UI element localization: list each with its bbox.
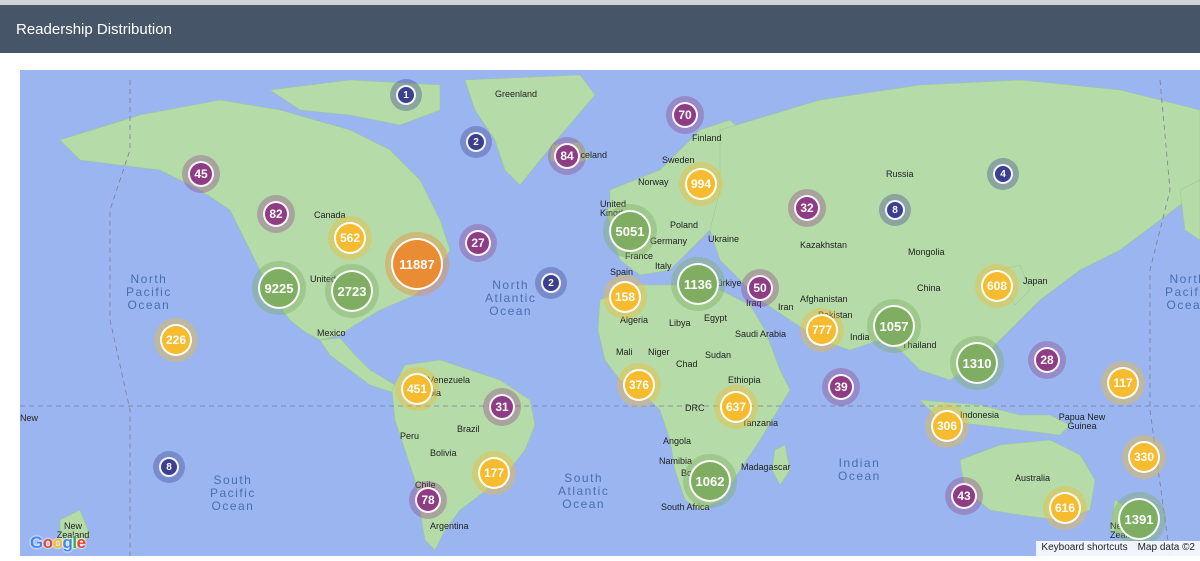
ocean-south-pacific: South Pacific Ocean [210, 473, 256, 513]
cluster-marker[interactable]: 637 [720, 391, 752, 423]
cluster-marker[interactable]: 70 [672, 102, 698, 128]
google-logo: Google [30, 533, 86, 552]
cluster-marker[interactable]: 616 [1049, 492, 1081, 524]
cluster-marker[interactable]: 306 [931, 410, 963, 442]
label-kazakhstan: Kazakhstan [800, 240, 848, 250]
label-new-left-edge: New [20, 413, 39, 423]
world-map[interactable]: Greenland Finland Sweden Norway United K… [20, 70, 1200, 556]
cluster-marker[interactable]: 4 [993, 164, 1013, 184]
label-brazil: Brazil [457, 424, 480, 434]
label-russia: Russia [886, 169, 914, 179]
label-bolivia: Bolivia [430, 448, 457, 458]
label-niger: Niger [648, 347, 670, 357]
cluster-marker[interactable]: 177 [478, 457, 510, 489]
label-norway: Norway [638, 177, 669, 187]
cluster-marker[interactable]: 330 [1128, 441, 1160, 473]
label-finland: Finland [692, 133, 722, 143]
cluster-marker[interactable]: 777 [806, 314, 838, 346]
label-japan: Japan [1023, 276, 1048, 286]
label-madagascar: Madagascar [741, 462, 791, 472]
label-india: India [850, 332, 870, 342]
cluster-marker[interactable]: 39 [828, 374, 854, 400]
cluster-marker[interactable]: 8 [885, 200, 905, 220]
label-mongolia: Mongolia [908, 247, 945, 257]
panel-header: Readership Distribution [0, 5, 1200, 53]
cluster-marker[interactable]: 11887 [391, 238, 443, 290]
label-argentina: Argentina [430, 521, 469, 531]
cluster-marker[interactable]: 158 [609, 281, 641, 313]
cluster-marker[interactable]: 1136 [677, 263, 719, 305]
cluster-marker[interactable]: 451 [401, 373, 433, 405]
label-saudi-arabia: Saudi Arabia [735, 329, 787, 339]
cluster-marker[interactable]: 28 [1034, 347, 1060, 373]
keyboard-shortcuts-link[interactable]: Keyboard shortcuts [1036, 541, 1132, 556]
label-australia: Australia [1015, 473, 1051, 483]
label-afghanistan: Afghanistan [800, 294, 848, 304]
label-sweden: Sweden [662, 155, 695, 165]
label-drc: DRC [685, 403, 705, 413]
cluster-marker[interactable]: 31 [489, 394, 515, 420]
cluster-marker[interactable]: 32 [794, 195, 820, 221]
cluster-marker[interactable]: 82 [263, 201, 289, 227]
cluster-marker[interactable]: 562 [334, 222, 366, 254]
cluster-marker[interactable]: 84 [554, 143, 580, 169]
cluster-marker[interactable]: 1057 [873, 305, 915, 347]
cluster-marker[interactable]: 9225 [258, 267, 300, 309]
label-egypt: Egypt [704, 313, 728, 323]
cluster-marker[interactable]: 608 [981, 270, 1013, 302]
ocean-south-atlantic: South Atlantic Ocean [558, 471, 610, 511]
ocean-north-pacific: North Pacific Ocean [126, 272, 172, 312]
panel-title: Readership Distribution [16, 20, 172, 38]
label-sudan: Sudan [705, 350, 732, 360]
ocean-north-pacific-east: North Pacific Ocean [1165, 272, 1200, 312]
cluster-marker[interactable]: 1310 [956, 342, 998, 384]
cluster-marker[interactable]: 43 [951, 483, 977, 509]
cluster-marker[interactable]: 226 [160, 324, 192, 356]
cluster-marker[interactable]: 1391 [1118, 498, 1160, 540]
label-papua-new-guinea: Papua New Guinea [1058, 412, 1106, 431]
label-china: China [917, 283, 941, 293]
label-greenland: Greenland [495, 89, 538, 99]
label-peru: Peru [400, 431, 420, 441]
ocean-north-atlantic: North Atlantic Ocean [485, 278, 537, 318]
cluster-marker[interactable]: 117 [1107, 367, 1139, 399]
label-ethiopia: Ethiopia [728, 375, 761, 385]
label-libya: Libya [669, 318, 691, 328]
map-data-link[interactable]: Map data ©2 [1133, 541, 1200, 556]
cluster-marker[interactable]: 5051 [609, 210, 651, 252]
cluster-marker[interactable]: 376 [623, 369, 655, 401]
label-mexico: Mexico [317, 328, 346, 338]
map-attribution: Keyboard shortcuts Map data ©2 [1036, 541, 1200, 556]
cluster-marker[interactable]: 1062 [689, 460, 731, 502]
label-ukraine: Ukraine [708, 234, 740, 244]
label-poland: Poland [670, 220, 699, 230]
cluster-marker[interactable]: 8 [159, 457, 179, 477]
cluster-marker[interactable]: 2723 [331, 270, 373, 312]
cluster-marker[interactable]: 27 [465, 230, 491, 256]
label-mali: Mali [616, 347, 633, 357]
label-angola: Angola [663, 436, 692, 446]
cluster-marker[interactable]: 994 [685, 168, 717, 200]
label-iran: Iran [778, 302, 794, 312]
cluster-marker[interactable]: 45 [188, 161, 214, 187]
cluster-marker[interactable]: 2 [541, 273, 561, 293]
cluster-marker[interactable]: 50 [747, 275, 773, 301]
ocean-indian: Indian Ocean [838, 456, 881, 483]
cluster-marker[interactable]: 1 [396, 85, 416, 105]
cluster-marker[interactable]: 2 [466, 132, 486, 152]
cluster-marker[interactable]: 78 [415, 487, 441, 513]
label-italy: Italy [655, 261, 672, 271]
label-chad: Chad [676, 359, 698, 369]
